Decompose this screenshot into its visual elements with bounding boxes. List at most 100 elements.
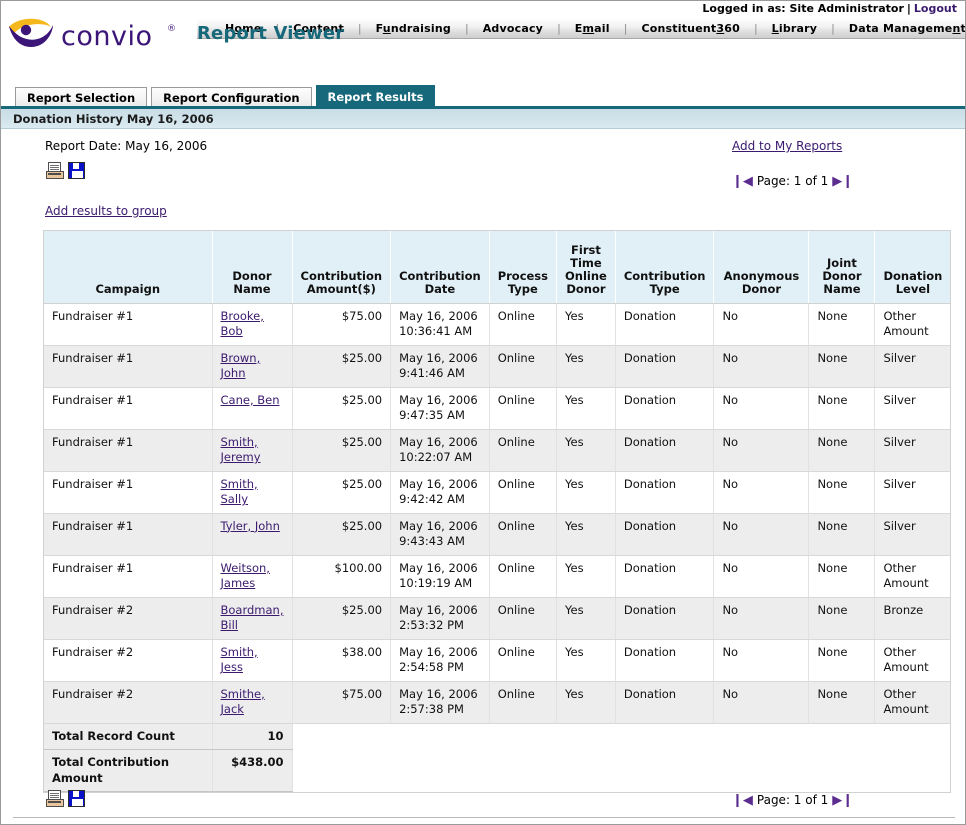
column-header-anonymous-donor: Anonymous Donor (713, 231, 810, 304)
nav-item-advocacy[interactable]: Advocacy (469, 22, 557, 35)
cell-contribution-type: Donation (615, 555, 715, 598)
cell-first-time-online-donor: Yes (556, 639, 616, 682)
nav-item-data-management[interactable]: Data Management (835, 22, 965, 35)
cell-donor[interactable]: Smith, Sally (212, 471, 293, 514)
cell-donor[interactable]: Brooke, Bob (212, 303, 293, 346)
donor-link[interactable]: Smith, Sally (221, 477, 258, 507)
cell-anonymous-donor: No (713, 597, 810, 640)
cell-donor[interactable]: Brown, John (212, 345, 293, 388)
logout-link[interactable]: Logout (914, 2, 957, 15)
cell-donor[interactable]: Boardman, Bill (212, 597, 293, 640)
donor-link[interactable]: Weitson, James (221, 561, 270, 591)
cell-donor[interactable]: Weitson, James (212, 555, 293, 598)
pagination-bottom: ❙◀ Page: 1 of 1 ▶❙ (732, 793, 853, 807)
report-actions-bottom (46, 790, 85, 807)
donor-link[interactable]: Tyler, John (221, 519, 280, 533)
cell-donation-level: Bronze (874, 597, 951, 640)
cell-process-type: Online (489, 429, 558, 472)
donor-link[interactable]: Brooke, Bob (221, 309, 264, 339)
pager-last-button[interactable]: ▶❙ (832, 175, 853, 188)
donor-link[interactable]: Boardman, Bill (221, 603, 284, 633)
cell-date: May 16, 2006 2:53:32 PM (390, 597, 490, 640)
report-viewer-page: Logged in as: Site Administrator | Logout … (0, 0, 966, 825)
cell-campaign: Fundraiser #1 (44, 555, 213, 598)
cell-contribution-type: Donation (615, 471, 715, 514)
cell-campaign: Fundraiser #1 (44, 387, 213, 430)
cell-donor[interactable]: Smithe, Jack (212, 681, 293, 724)
cell-process-type: Online (489, 639, 558, 682)
cell-anonymous-donor: No (713, 345, 810, 388)
cell-donor[interactable]: Smith, Jess (212, 639, 293, 682)
donor-link[interactable]: Brown, John (221, 351, 261, 381)
total-value: 10 (212, 723, 293, 751)
cell-process-type: Online (489, 345, 558, 388)
save-icon[interactable] (68, 790, 85, 807)
nav-item-library[interactable]: Library (758, 22, 832, 35)
cell-joint-donor-name: None (808, 639, 876, 682)
print-icon[interactable] (46, 162, 64, 179)
cell-date: May 16, 2006 10:19:19 AM (390, 555, 490, 598)
total-label: Total Record Count (44, 723, 213, 751)
report-actions-top (46, 162, 85, 179)
cell-first-time-online-donor: Yes (556, 597, 616, 640)
donor-link[interactable]: Smith, Jeremy (221, 435, 261, 465)
table-row: Fundraiser #1 Tyler, John $25.00 May 16, 20… (44, 513, 951, 556)
cell-date: May 16, 2006 9:42:42 AM (390, 471, 490, 514)
nav-item-constituent360[interactable]: Constituent360 (627, 22, 753, 35)
cell-process-type: Online (489, 471, 558, 514)
cell-joint-donor-name: None (808, 471, 876, 514)
cell-contribution-type: Donation (615, 303, 715, 346)
cell-joint-donor-name: None (808, 345, 876, 388)
cell-amount: $25.00 (292, 597, 392, 640)
save-icon[interactable] (68, 162, 85, 179)
svg-text:®: ® (167, 24, 176, 34)
cell-donor[interactable]: Smith, Jeremy (212, 429, 293, 472)
nav-accesskey-letter: m (582, 21, 595, 35)
cell-donation-level: Other Amount (874, 681, 951, 724)
tab-report-configuration[interactable]: Report Configuration (151, 87, 312, 108)
cell-contribution-type: Donation (615, 639, 715, 682)
cell-amount: $25.00 (292, 471, 392, 514)
table-row: Fundraiser #2 Smith, Jess $38.00 May 16, 20… (44, 639, 951, 682)
cell-process-type: Online (489, 387, 558, 430)
table-row: Fundraiser #1 Brooke, Bob $75.00 May 16, 20… (44, 303, 951, 346)
cell-contribution-type: Donation (615, 345, 715, 388)
cell-contribution-type: Donation (615, 387, 715, 430)
cell-campaign: Fundraiser #1 (44, 513, 213, 556)
cell-contribution-type: Donation (615, 429, 715, 472)
cell-campaign: Fundraiser #2 (44, 639, 213, 682)
print-icon[interactable] (46, 790, 64, 807)
tab-report-results[interactable]: Report Results (315, 85, 436, 108)
nav-accesskey-letter: u (382, 21, 391, 35)
pager-first-button[interactable]: ❙◀ (732, 794, 753, 807)
cell-donor[interactable]: Cane, Ben (212, 387, 293, 430)
nav-item-fundraising[interactable]: Fundraising (362, 22, 465, 35)
cell-donation-level: Silver (874, 387, 951, 430)
report-footer: ❙◀ Page: 1 of 1 ▶❙ (1, 781, 965, 824)
cell-joint-donor-name: None (808, 429, 876, 472)
convio-logo: convio ® (7, 13, 197, 65)
cell-process-type: Online (489, 555, 558, 598)
cell-date: May 16, 2006 2:54:58 PM (390, 639, 490, 682)
table-row: Fundraiser #1 Smith, Sally $25.00 May 16, 2… (44, 471, 951, 514)
tab-report-selection[interactable]: Report Selection (15, 87, 148, 108)
donor-link[interactable]: Cane, Ben (221, 393, 280, 407)
cell-anonymous-donor: No (713, 429, 810, 472)
pager-last-button[interactable]: ▶❙ (832, 794, 853, 807)
add-results-to-group-link[interactable]: Add results to group (45, 204, 167, 218)
cell-donor[interactable]: Tyler, John (212, 513, 293, 556)
cell-donation-level: Silver (874, 513, 951, 556)
donor-link[interactable]: Smith, Jess (221, 645, 258, 675)
cell-anonymous-donor: No (713, 513, 810, 556)
report-results-table: Campaign Donor Name Contribution Amount($)… (44, 231, 951, 793)
donor-link[interactable]: Smithe, Jack (221, 687, 265, 717)
column-header-donor-name: Donor Name (212, 231, 293, 304)
add-to-my-reports-link[interactable]: Add to My Reports (732, 139, 842, 153)
cell-process-type: Online (489, 303, 558, 346)
nav-item-email[interactable]: Email (561, 22, 624, 35)
cell-date: May 16, 2006 10:22:07 AM (390, 429, 490, 472)
cell-amount: $25.00 (292, 387, 392, 430)
pager-first-button[interactable]: ❙◀ (732, 175, 753, 188)
cell-joint-donor-name: None (808, 597, 876, 640)
report-section-header: Donation History May 16, 2006 (1, 109, 965, 129)
